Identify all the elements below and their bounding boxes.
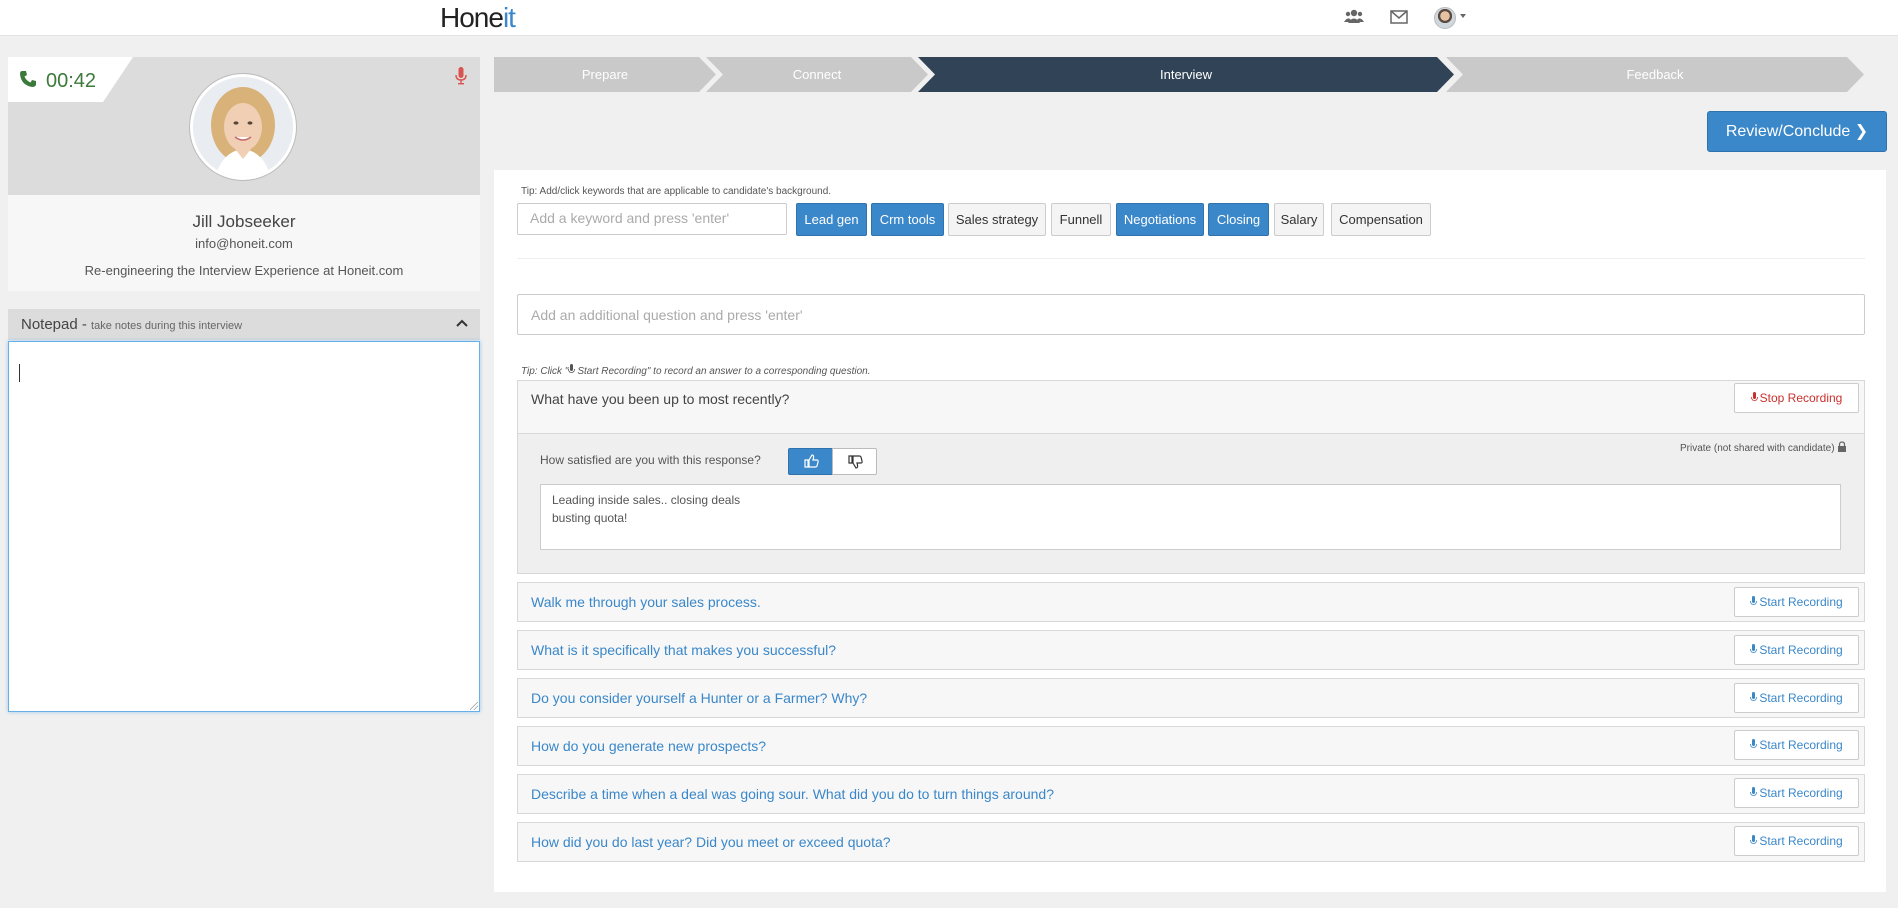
question-text[interactable]: How do you generate new prospects?: [531, 738, 766, 754]
start-recording-button[interactable]: Start Recording: [1734, 826, 1859, 856]
active-question-row: [517, 380, 1865, 434]
keyword-lead-gen[interactable]: Lead gen: [796, 203, 867, 236]
keyword-negotiations[interactable]: Negotiations: [1116, 203, 1204, 236]
microphone-icon: [1750, 596, 1758, 605]
start-recording-button[interactable]: Start Recording: [1734, 778, 1859, 808]
chevron-up-icon[interactable]: [456, 318, 468, 328]
question-text[interactable]: Walk me through your sales process.: [531, 594, 761, 610]
candidate-avatar: [190, 74, 296, 180]
active-question-text: What have you been up to most recently?: [531, 391, 790, 407]
review-conclude-button[interactable]: Review/Conclude ❯: [1707, 111, 1887, 152]
call-timer-text: 00:42: [46, 70, 97, 92]
answer-notes-textarea[interactable]: Leading inside sales.. closing deals bus…: [540, 484, 1841, 550]
start-recording-button[interactable]: Start Recording: [1734, 587, 1859, 617]
start-recording-button[interactable]: Start Recording: [1734, 730, 1859, 760]
thumbs-up-button[interactable]: [788, 448, 833, 475]
question-text[interactable]: Do you consider yourself a Hunter or a F…: [531, 690, 867, 706]
text-cursor: [19, 364, 20, 382]
step-prepare[interactable]: Prepare: [494, 57, 716, 92]
candidate-name: Jill Jobseeker: [192, 212, 296, 231]
thumbs-down-button[interactable]: [832, 448, 877, 475]
satisfaction-prompt: How satisfied are you with this response…: [540, 453, 761, 467]
keyword-salary[interactable]: Salary: [1274, 203, 1324, 236]
keyword-crm-tools[interactable]: Crm tools: [871, 203, 944, 236]
notepad-textarea[interactable]: [8, 341, 480, 712]
divider: [517, 258, 1865, 259]
candidate-email[interactable]: info@honeit.com: [8, 236, 480, 251]
keywords-tip: Tip: Add/click keywords that are applica…: [521, 186, 832, 197]
add-question-input[interactable]: Add an additional question and press 'en…: [517, 294, 1865, 335]
microphone-icon: [1750, 835, 1758, 844]
people-icon[interactable]: [1344, 8, 1364, 26]
private-note: Private (not shared with candidate): [1680, 441, 1847, 454]
question-text[interactable]: How did you do last year? Did you meet o…: [531, 834, 891, 850]
microphone-icon: [568, 364, 576, 373]
microphone-icon: [1750, 392, 1758, 401]
candidate-headline: Re-engineering the Interview Experience …: [84, 263, 404, 278]
step-connect[interactable]: Connect: [706, 57, 928, 92]
stop-recording-button[interactable]: Stop Recording: [1734, 383, 1859, 413]
envelope-icon[interactable]: [1389, 8, 1409, 26]
start-recording-button[interactable]: Start Recording: [1734, 635, 1859, 665]
notepad-title: Notepad - take notes during this intervi…: [21, 316, 243, 333]
thumbs-down-icon: [848, 455, 863, 469]
honeit-logo[interactable]: Honeit: [440, 2, 516, 34]
start-recording-button[interactable]: Start Recording: [1734, 683, 1859, 713]
question-text[interactable]: What is it specifically that makes you s…: [531, 642, 836, 658]
top-navbar: [0, 0, 1898, 36]
step-interview[interactable]: Interview: [918, 57, 1454, 92]
step-feedback[interactable]: Feedback: [1446, 57, 1864, 92]
keyword-closing[interactable]: Closing: [1208, 203, 1269, 236]
microphone-icon: [1750, 644, 1758, 653]
question-text[interactable]: Describe a time when a deal was going so…: [531, 786, 1054, 802]
lock-icon: [1838, 441, 1847, 452]
keyword-input[interactable]: Add a keyword and press 'enter': [517, 203, 787, 235]
microphone-icon: [1750, 692, 1758, 701]
recording-tip: Tip: Click " Start Recording" to record a…: [521, 364, 871, 377]
notepad-subtitle: take notes during this interview: [91, 320, 243, 332]
keyword-funnell[interactable]: Funnell: [1051, 203, 1111, 236]
keyword-compensation[interactable]: Compensation: [1331, 203, 1431, 236]
phone-icon: [20, 71, 36, 87]
keyword-sales-strategy[interactable]: Sales strategy: [948, 203, 1046, 236]
chevron-right-icon: ❯: [1854, 123, 1869, 140]
resize-handle-icon[interactable]: [470, 702, 478, 710]
microphone-icon: [1750, 787, 1758, 796]
chevron-down-icon[interactable]: [1460, 14, 1466, 18]
user-avatar-menu[interactable]: [1434, 7, 1456, 29]
microphone-icon[interactable]: [455, 67, 467, 85]
microphone-icon: [1750, 739, 1758, 748]
thumbs-up-icon: [804, 454, 819, 468]
